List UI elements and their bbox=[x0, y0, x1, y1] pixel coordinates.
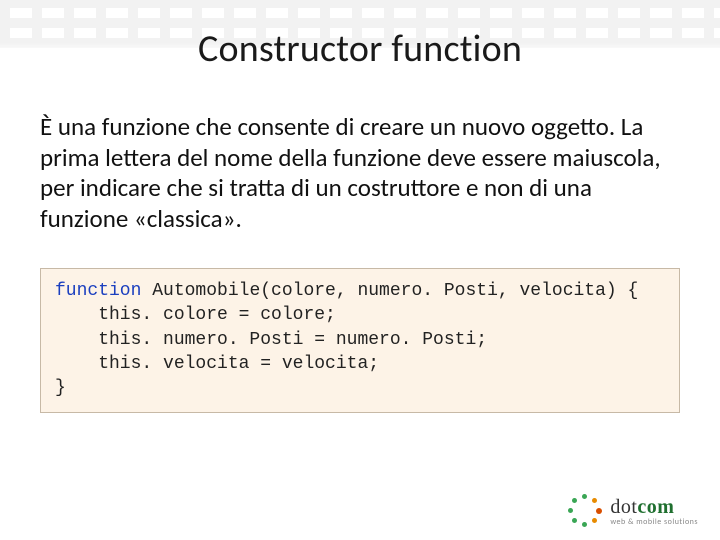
code-block: function Automobile(colore, numero. Post… bbox=[40, 268, 680, 413]
code-signature: Automobile(colore, numero. Posti, veloci… bbox=[141, 281, 638, 301]
code-keyword: function bbox=[55, 281, 141, 301]
slide-body-text: È una funzione che consente di creare un… bbox=[40, 112, 680, 234]
logo-dot-text: dot bbox=[610, 496, 637, 518]
footer-logo: dotcom web & mobile solutions bbox=[568, 494, 698, 528]
slide-container: Constructor function È una funzione che … bbox=[0, 0, 720, 540]
code-close-brace: } bbox=[55, 378, 66, 398]
code-line-3: this. velocita = velocita; bbox=[55, 354, 379, 374]
logo-dot-ring-icon bbox=[568, 494, 602, 528]
logo-wordmark: dotcom bbox=[610, 497, 698, 517]
logo-com-text: com bbox=[637, 496, 674, 518]
logo-text-block: dotcom web & mobile solutions bbox=[610, 497, 698, 526]
slide-title: Constructor function bbox=[36, 26, 684, 72]
code-line-1: this. colore = colore; bbox=[55, 305, 336, 325]
code-line-2: this. numero. Posti = numero. Posti; bbox=[55, 330, 487, 350]
logo-tagline: web & mobile solutions bbox=[610, 518, 698, 526]
